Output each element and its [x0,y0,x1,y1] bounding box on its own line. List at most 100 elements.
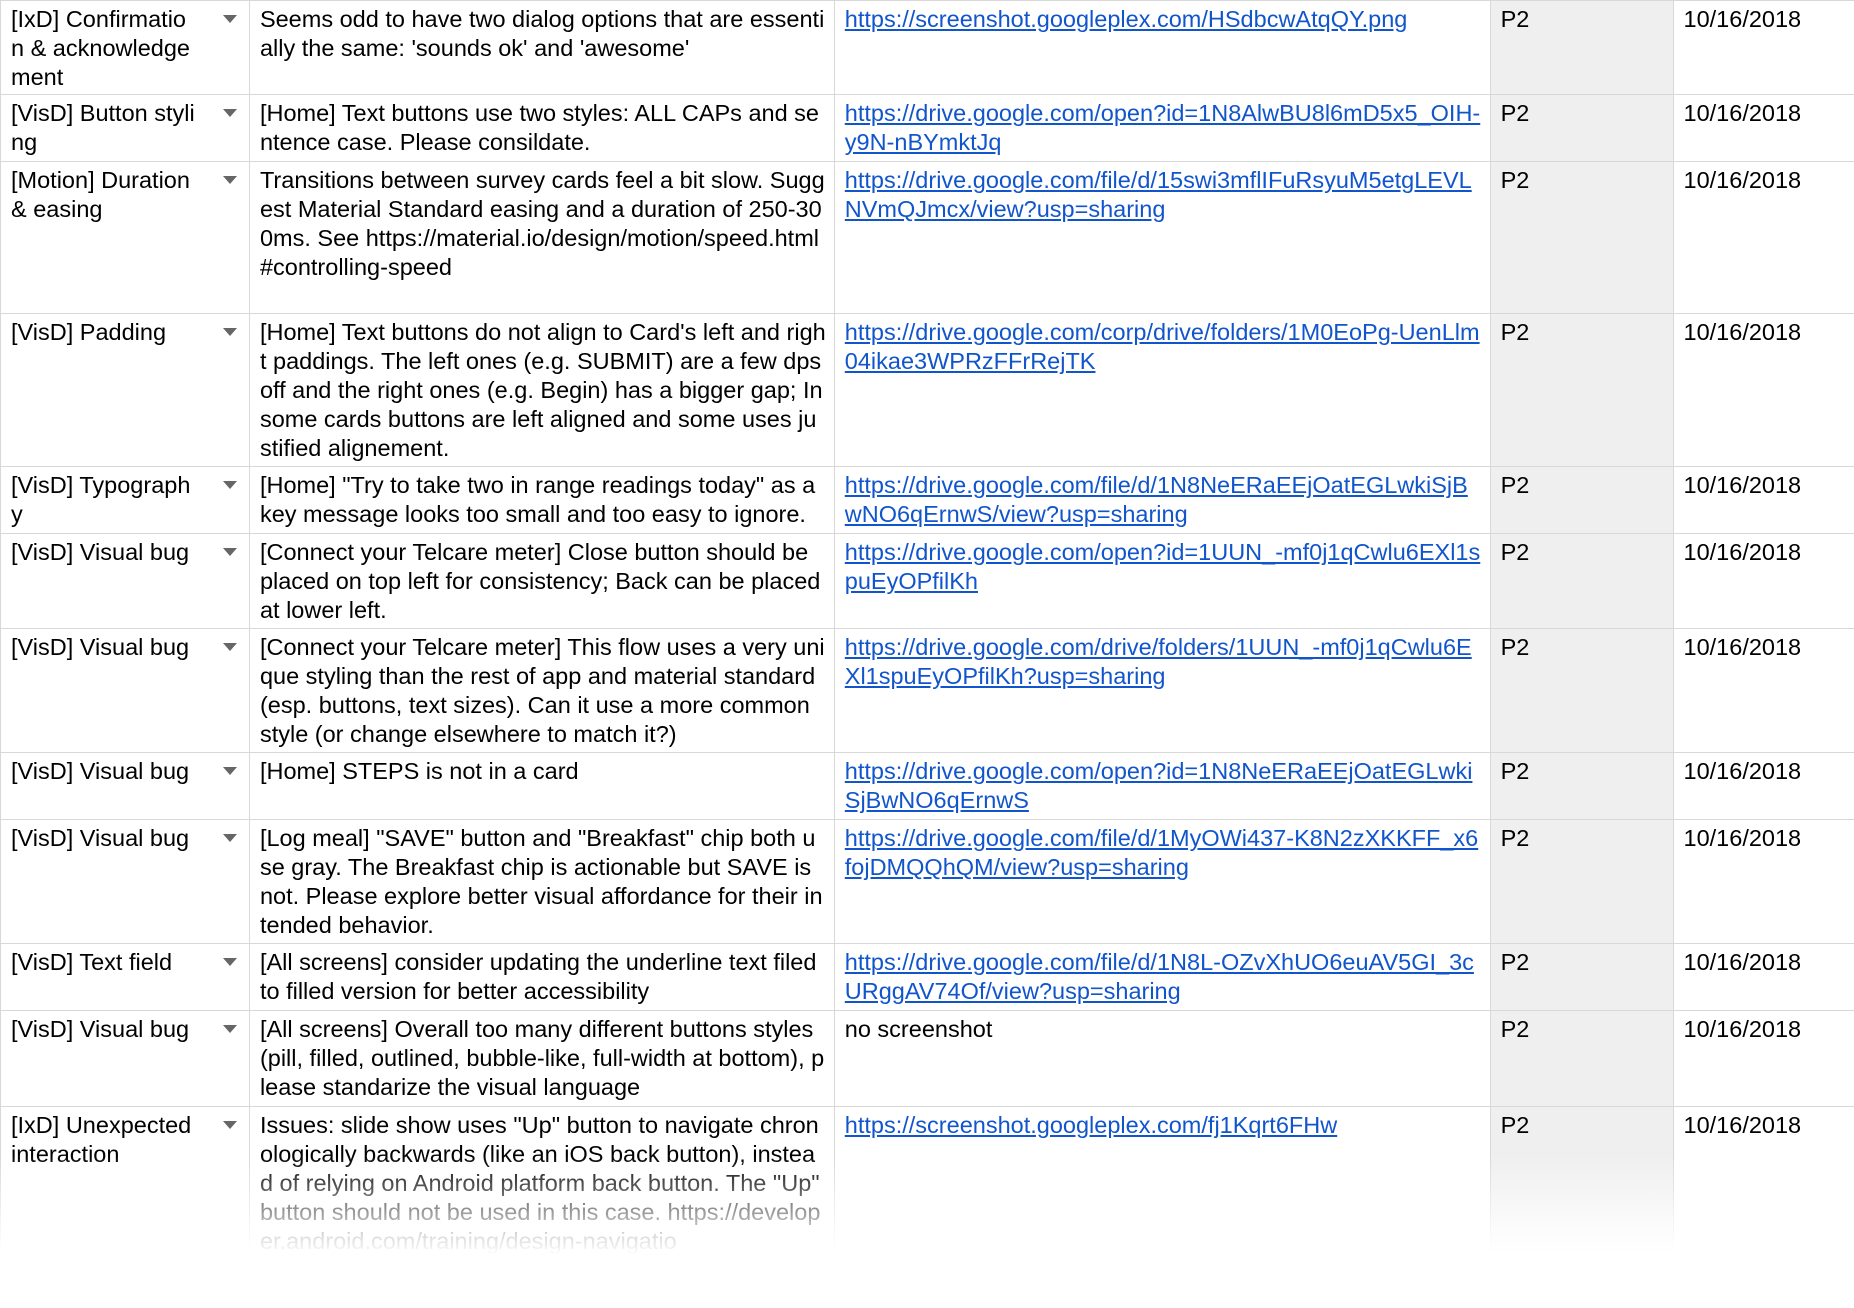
dropdown-arrow-icon[interactable] [222,958,237,966]
dropdown-arrow-icon[interactable] [222,548,237,556]
screenshot-link[interactable]: https://drive.google.com/open?id=1N8NeER… [845,758,1473,813]
priority-cell[interactable]: P2 [1489,466,1674,534]
screenshot-link[interactable]: https://drive.google.com/open?id=1N8AlwB… [845,100,1480,155]
date-cell[interactable]: 10/16/2018 [1672,533,1854,629]
category-cell[interactable]: [VisD] Text field [0,943,250,1011]
screenshot-cell[interactable]: https://drive.google.com/drive/folders/1… [833,628,1491,753]
table-row: [VisD] Visual bug [Connect your Telcare m… [0,628,1854,753]
dropdown-arrow-icon[interactable] [222,176,237,184]
category-cell[interactable]: [VisD] Visual bug [0,1010,250,1107]
category-cell[interactable]: [Motion] Duration & easing [0,161,250,314]
screenshot-link[interactable]: https://drive.google.com/open?id=1UUN_-m… [845,539,1481,594]
table-row: [IxD] Unexpected interaction Issues: slid… [0,1106,1854,1267]
screenshot-cell[interactable]: https://drive.google.com/file/d/15swi3mf… [833,161,1491,314]
screenshot-link[interactable]: https://drive.google.com/file/d/15swi3mf… [845,167,1472,222]
priority-cell[interactable]: P2 [1489,1010,1674,1107]
category-cell[interactable]: [VisD] Visual bug [0,533,250,629]
dropdown-arrow-icon[interactable] [222,767,237,775]
date-cell[interactable]: 10/16/2018 [1672,1010,1854,1107]
priority-text: P2 [1500,319,1530,345]
priority-cell[interactable]: P2 [1489,94,1674,162]
category-cell[interactable]: [VisD] Button styling [0,94,250,162]
description-cell[interactable]: Transitions between survey cards feel a … [248,161,835,314]
screenshot-cell[interactable]: https://drive.google.com/file/d/1N8NeERa… [833,466,1491,534]
dropdown-arrow-icon[interactable] [222,1121,237,1129]
screenshot-link[interactable]: https://drive.google.com/file/d/1MyOWi43… [845,825,1478,880]
description-cell[interactable]: [Connect your Telcare meter] Close butto… [248,533,835,629]
dropdown-arrow-icon[interactable] [222,643,237,651]
priority-cell[interactable]: P2 [1489,161,1674,314]
description-text: [Connect your Telcare meter] Close butto… [259,539,821,623]
description-cell[interactable]: [Home] Text buttons use two styles: ALL … [248,94,835,162]
description-cell[interactable]: [Home] Text buttons do not align to Card… [248,313,835,467]
screenshot-cell[interactable]: https://screenshot.googleplex.com/fj1Kqr… [833,1106,1491,1267]
dropdown-arrow-icon[interactable] [222,328,237,336]
description-cell[interactable]: [Home] "Try to take two in range reading… [248,466,835,534]
date-text: 10/16/2018 [1683,1112,1802,1138]
priority-cell[interactable]: P2 [1489,819,1674,944]
date-cell[interactable]: 10/16/2018 [1672,161,1854,314]
date-cell[interactable]: 10/16/2018 [1672,819,1854,944]
description-cell[interactable]: Issues: slide show uses "Up" button to n… [248,1106,835,1267]
screenshot-link[interactable]: https://drive.google.com/file/d/1N8NeERa… [845,472,1468,527]
description-text: [All screens] Overall too many different… [259,1016,825,1100]
category-text: [Motion] Duration & easing [11,167,190,222]
date-text: 10/16/2018 [1683,825,1802,851]
category-cell[interactable]: [VisD] Padding [0,313,250,467]
date-cell[interactable]: 10/16/2018 [1672,752,1854,820]
date-cell[interactable]: 10/16/2018 [1672,0,1854,95]
date-cell[interactable]: 10/16/2018 [1672,94,1854,162]
priority-cell[interactable]: P2 [1489,0,1674,95]
date-cell[interactable]: 10/16/2018 [1672,466,1854,534]
date-text: 10/16/2018 [1683,634,1802,660]
description-cell[interactable]: [Connect your Telcare meter] This flow u… [248,628,835,753]
priority-text: P2 [1500,1016,1530,1042]
priority-cell[interactable]: P2 [1489,1106,1674,1267]
description-cell[interactable]: [All screens] Overall too many different… [248,1010,835,1107]
table-row: [VisD] Padding [Home] Text buttons do not… [0,313,1854,467]
dropdown-arrow-icon[interactable] [222,481,237,489]
priority-cell[interactable]: P2 [1489,313,1674,467]
priority-cell[interactable]: P2 [1489,533,1674,629]
screenshot-cell[interactable]: https://drive.google.com/file/d/1N8L-OZv… [833,943,1491,1011]
date-cell[interactable]: 10/16/2018 [1672,313,1854,467]
screenshot-cell[interactable]: https://drive.google.com/open?id=1N8AlwB… [833,94,1491,162]
dropdown-arrow-icon[interactable] [222,15,237,23]
description-cell[interactable]: [All screens] consider updating the unde… [248,943,835,1011]
screenshot-cell[interactable]: https://screenshot.googleplex.com/HSdbcw… [833,0,1491,95]
category-cell[interactable]: [VisD] Visual bug [0,628,250,753]
priority-cell[interactable]: P2 [1489,752,1674,820]
screenshot-cell[interactable]: https://drive.google.com/open?id=1N8NeER… [833,752,1491,820]
priority-text: P2 [1500,825,1530,851]
description-cell[interactable]: [Log meal] "SAVE" button and "Breakfast"… [248,819,835,944]
category-text: [VisD] Visual bug [11,758,190,784]
priority-cell[interactable]: P2 [1489,943,1674,1011]
dropdown-arrow-icon[interactable] [222,834,237,842]
date-cell[interactable]: 10/16/2018 [1672,628,1854,753]
date-text: 10/16/2018 [1683,472,1802,498]
screenshot-link[interactable]: https://drive.google.com/drive/folders/1… [845,634,1472,689]
screenshot-link[interactable]: https://screenshot.googleplex.com/HSdbcw… [845,6,1408,32]
screenshot-link[interactable]: https://drive.google.com/corp/drive/fold… [845,319,1480,374]
category-cell[interactable]: [IxD] Confirmation & acknowledgement [0,0,250,95]
category-cell[interactable]: [VisD] Visual bug [0,819,250,944]
screenshot-cell[interactable]: https://drive.google.com/open?id=1UUN_-m… [833,533,1491,629]
category-cell[interactable]: [VisD] Typography [0,466,250,534]
description-cell[interactable]: Seems odd to have two dialog options tha… [248,0,835,95]
screenshot-link[interactable]: https://screenshot.googleplex.com/fj1Kqr… [845,1112,1337,1138]
category-cell[interactable]: [VisD] Visual bug [0,752,250,820]
priority-cell[interactable]: P2 [1489,628,1674,753]
category-cell[interactable]: [IxD] Unexpected interaction [0,1106,250,1267]
table-row: [VisD] Button styling [Home] Text buttons… [0,94,1854,162]
date-cell[interactable]: 10/16/2018 [1672,1106,1854,1267]
date-cell[interactable]: 10/16/2018 [1672,943,1854,1011]
screenshot-link[interactable]: https://drive.google.com/file/d/1N8L-OZv… [845,949,1474,1004]
dropdown-arrow-icon[interactable] [222,109,237,117]
screenshot-cell[interactable]: https://drive.google.com/file/d/1MyOWi43… [833,819,1491,944]
dropdown-arrow-icon[interactable] [222,1025,237,1033]
screenshot-cell[interactable]: https://drive.google.com/corp/drive/fold… [833,313,1491,467]
screenshot-cell[interactable]: no screenshot [833,1010,1491,1107]
description-text: [Log meal] "SAVE" button and "Breakfast"… [259,825,823,938]
description-cell[interactable]: [Home] STEPS is not in a card [248,752,835,820]
description-text: Transitions between survey cards feel a … [259,167,825,280]
